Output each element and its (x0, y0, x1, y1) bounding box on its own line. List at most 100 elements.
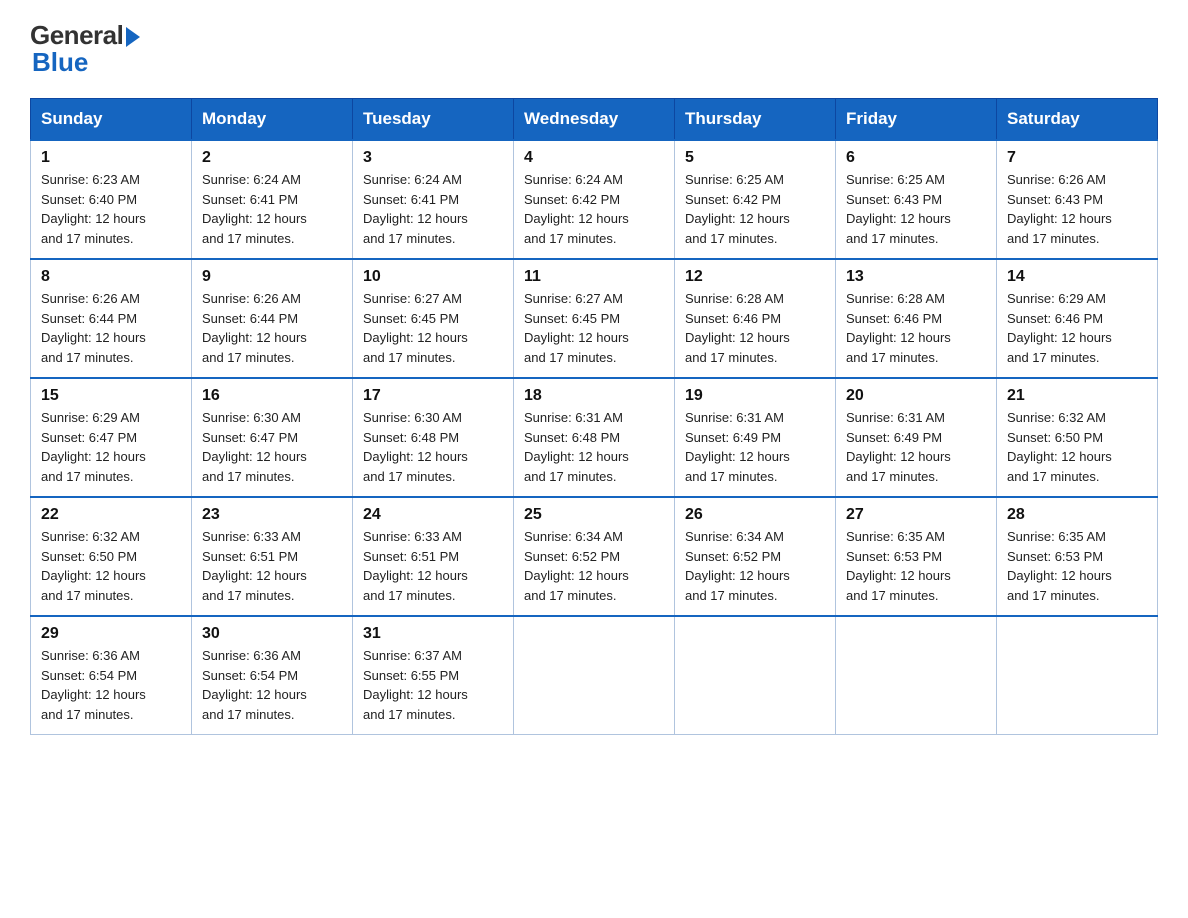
day-number: 23 (202, 506, 342, 524)
calendar-cell: 1 Sunrise: 6:23 AM Sunset: 6:40 PM Dayli… (31, 140, 192, 259)
weekday-header-saturday: Saturday (997, 99, 1158, 141)
calendar-cell: 29 Sunrise: 6:36 AM Sunset: 6:54 PM Dayl… (31, 616, 192, 735)
day-info: Sunrise: 6:36 AM Sunset: 6:54 PM Dayligh… (41, 646, 181, 724)
calendar-cell: 27 Sunrise: 6:35 AM Sunset: 6:53 PM Dayl… (836, 497, 997, 616)
day-number: 31 (363, 625, 503, 643)
day-info: Sunrise: 6:26 AM Sunset: 6:44 PM Dayligh… (202, 289, 342, 367)
day-number: 29 (41, 625, 181, 643)
day-number: 3 (363, 149, 503, 167)
day-number: 25 (524, 506, 664, 524)
weekday-header-friday: Friday (836, 99, 997, 141)
weekday-header-monday: Monday (192, 99, 353, 141)
day-number: 27 (846, 506, 986, 524)
day-info: Sunrise: 6:29 AM Sunset: 6:47 PM Dayligh… (41, 408, 181, 486)
day-info: Sunrise: 6:34 AM Sunset: 6:52 PM Dayligh… (685, 527, 825, 605)
calendar-cell: 14 Sunrise: 6:29 AM Sunset: 6:46 PM Dayl… (997, 259, 1158, 378)
calendar-cell: 22 Sunrise: 6:32 AM Sunset: 6:50 PM Dayl… (31, 497, 192, 616)
day-info: Sunrise: 6:29 AM Sunset: 6:46 PM Dayligh… (1007, 289, 1147, 367)
weekday-header-wednesday: Wednesday (514, 99, 675, 141)
calendar-cell: 28 Sunrise: 6:35 AM Sunset: 6:53 PM Dayl… (997, 497, 1158, 616)
day-info: Sunrise: 6:37 AM Sunset: 6:55 PM Dayligh… (363, 646, 503, 724)
calendar-cell: 5 Sunrise: 6:25 AM Sunset: 6:42 PM Dayli… (675, 140, 836, 259)
calendar-cell: 15 Sunrise: 6:29 AM Sunset: 6:47 PM Dayl… (31, 378, 192, 497)
day-number: 28 (1007, 506, 1147, 524)
day-number: 16 (202, 387, 342, 405)
calendar-cell: 4 Sunrise: 6:24 AM Sunset: 6:42 PM Dayli… (514, 140, 675, 259)
calendar-cell: 16 Sunrise: 6:30 AM Sunset: 6:47 PM Dayl… (192, 378, 353, 497)
day-info: Sunrise: 6:33 AM Sunset: 6:51 PM Dayligh… (202, 527, 342, 605)
page-header: General Blue (30, 20, 1158, 78)
day-info: Sunrise: 6:27 AM Sunset: 6:45 PM Dayligh… (363, 289, 503, 367)
day-info: Sunrise: 6:25 AM Sunset: 6:43 PM Dayligh… (846, 170, 986, 248)
calendar-cell: 11 Sunrise: 6:27 AM Sunset: 6:45 PM Dayl… (514, 259, 675, 378)
day-number: 5 (685, 149, 825, 167)
calendar-cell: 20 Sunrise: 6:31 AM Sunset: 6:49 PM Dayl… (836, 378, 997, 497)
calendar-cell: 25 Sunrise: 6:34 AM Sunset: 6:52 PM Dayl… (514, 497, 675, 616)
day-info: Sunrise: 6:24 AM Sunset: 6:42 PM Dayligh… (524, 170, 664, 248)
weekday-header-row: SundayMondayTuesdayWednesdayThursdayFrid… (31, 99, 1158, 141)
calendar-cell: 6 Sunrise: 6:25 AM Sunset: 6:43 PM Dayli… (836, 140, 997, 259)
day-number: 20 (846, 387, 986, 405)
day-number: 4 (524, 149, 664, 167)
calendar-cell: 23 Sunrise: 6:33 AM Sunset: 6:51 PM Dayl… (192, 497, 353, 616)
day-number: 11 (524, 268, 664, 286)
day-number: 8 (41, 268, 181, 286)
calendar-cell: 17 Sunrise: 6:30 AM Sunset: 6:48 PM Dayl… (353, 378, 514, 497)
day-info: Sunrise: 6:24 AM Sunset: 6:41 PM Dayligh… (363, 170, 503, 248)
day-number: 10 (363, 268, 503, 286)
day-number: 19 (685, 387, 825, 405)
day-number: 14 (1007, 268, 1147, 286)
logo-blue-text: Blue (32, 47, 88, 78)
calendar-cell: 19 Sunrise: 6:31 AM Sunset: 6:49 PM Dayl… (675, 378, 836, 497)
calendar-week-3: 15 Sunrise: 6:29 AM Sunset: 6:47 PM Dayl… (31, 378, 1158, 497)
calendar-cell (997, 616, 1158, 735)
calendar-cell (675, 616, 836, 735)
calendar-cell: 24 Sunrise: 6:33 AM Sunset: 6:51 PM Dayl… (353, 497, 514, 616)
calendar-cell: 3 Sunrise: 6:24 AM Sunset: 6:41 PM Dayli… (353, 140, 514, 259)
logo: General Blue (30, 20, 140, 78)
day-info: Sunrise: 6:35 AM Sunset: 6:53 PM Dayligh… (846, 527, 986, 605)
day-info: Sunrise: 6:30 AM Sunset: 6:48 PM Dayligh… (363, 408, 503, 486)
day-info: Sunrise: 6:31 AM Sunset: 6:49 PM Dayligh… (685, 408, 825, 486)
day-info: Sunrise: 6:26 AM Sunset: 6:43 PM Dayligh… (1007, 170, 1147, 248)
calendar-week-4: 22 Sunrise: 6:32 AM Sunset: 6:50 PM Dayl… (31, 497, 1158, 616)
day-info: Sunrise: 6:28 AM Sunset: 6:46 PM Dayligh… (846, 289, 986, 367)
calendar-cell: 12 Sunrise: 6:28 AM Sunset: 6:46 PM Dayl… (675, 259, 836, 378)
weekday-header-sunday: Sunday (31, 99, 192, 141)
day-info: Sunrise: 6:27 AM Sunset: 6:45 PM Dayligh… (524, 289, 664, 367)
day-number: 7 (1007, 149, 1147, 167)
day-info: Sunrise: 6:24 AM Sunset: 6:41 PM Dayligh… (202, 170, 342, 248)
weekday-header-tuesday: Tuesday (353, 99, 514, 141)
calendar-week-1: 1 Sunrise: 6:23 AM Sunset: 6:40 PM Dayli… (31, 140, 1158, 259)
calendar-cell: 13 Sunrise: 6:28 AM Sunset: 6:46 PM Dayl… (836, 259, 997, 378)
day-number: 26 (685, 506, 825, 524)
day-number: 30 (202, 625, 342, 643)
day-info: Sunrise: 6:32 AM Sunset: 6:50 PM Dayligh… (1007, 408, 1147, 486)
day-number: 12 (685, 268, 825, 286)
calendar-cell: 30 Sunrise: 6:36 AM Sunset: 6:54 PM Dayl… (192, 616, 353, 735)
calendar-cell: 26 Sunrise: 6:34 AM Sunset: 6:52 PM Dayl… (675, 497, 836, 616)
calendar-table: SundayMondayTuesdayWednesdayThursdayFrid… (30, 98, 1158, 735)
day-number: 13 (846, 268, 986, 286)
day-number: 2 (202, 149, 342, 167)
day-number: 1 (41, 149, 181, 167)
day-number: 24 (363, 506, 503, 524)
day-info: Sunrise: 6:31 AM Sunset: 6:49 PM Dayligh… (846, 408, 986, 486)
calendar-cell: 8 Sunrise: 6:26 AM Sunset: 6:44 PM Dayli… (31, 259, 192, 378)
day-info: Sunrise: 6:26 AM Sunset: 6:44 PM Dayligh… (41, 289, 181, 367)
logo-arrow-icon (126, 27, 140, 47)
calendar-cell: 2 Sunrise: 6:24 AM Sunset: 6:41 PM Dayli… (192, 140, 353, 259)
calendar-week-5: 29 Sunrise: 6:36 AM Sunset: 6:54 PM Dayl… (31, 616, 1158, 735)
calendar-cell (836, 616, 997, 735)
calendar-cell: 7 Sunrise: 6:26 AM Sunset: 6:43 PM Dayli… (997, 140, 1158, 259)
day-number: 17 (363, 387, 503, 405)
calendar-cell: 31 Sunrise: 6:37 AM Sunset: 6:55 PM Dayl… (353, 616, 514, 735)
day-number: 6 (846, 149, 986, 167)
day-info: Sunrise: 6:30 AM Sunset: 6:47 PM Dayligh… (202, 408, 342, 486)
day-info: Sunrise: 6:36 AM Sunset: 6:54 PM Dayligh… (202, 646, 342, 724)
day-number: 22 (41, 506, 181, 524)
day-number: 18 (524, 387, 664, 405)
calendar-cell (514, 616, 675, 735)
day-info: Sunrise: 6:34 AM Sunset: 6:52 PM Dayligh… (524, 527, 664, 605)
day-info: Sunrise: 6:33 AM Sunset: 6:51 PM Dayligh… (363, 527, 503, 605)
